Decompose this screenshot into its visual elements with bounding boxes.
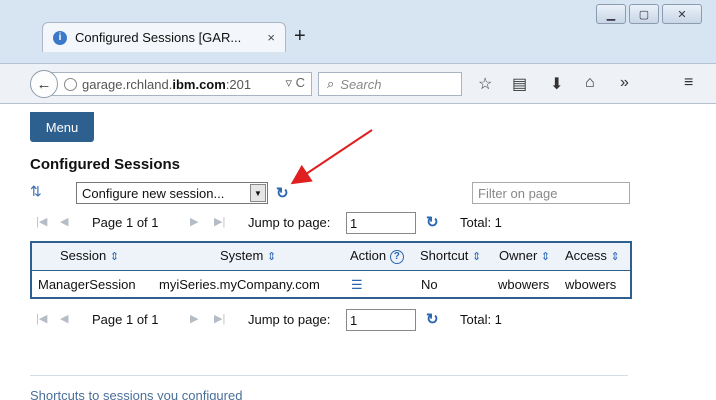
sort-icon: ⇕: [266, 251, 277, 263]
first-page-icon[interactable]: |◀: [36, 215, 47, 228]
url-host: ibm.com: [172, 76, 226, 92]
url-prefix: garage.rchland.: [82, 76, 173, 92]
url-suffix: :201: [225, 76, 252, 92]
column-header-access[interactable]: Access ⇕: [565, 248, 620, 263]
sort-icon: ⇕: [610, 251, 620, 263]
tab-title: Configured Sessions [GAR...: [75, 30, 242, 45]
browser-navbar: garage.rchland. ibm.com:201 ▿ C ← ⌕ Searc…: [0, 64, 716, 104]
sort-icon: ⇕: [472, 251, 482, 263]
bookmark-star-icon[interactable]: ☆: [478, 74, 492, 94]
last-page-icon[interactable]: ▶|: [214, 215, 225, 228]
jump-to-page-input[interactable]: 1: [346, 309, 416, 331]
pager-top: |◀ ◀ Page 1 of 1 ▶ ▶| Jump to page: 1 ↻ …: [30, 212, 590, 234]
close-tab-icon[interactable]: ×: [267, 30, 275, 45]
sort-icon: ⇕: [540, 251, 551, 263]
table-header: Session ⇕ System ⇕ Action ? Shortcut ⇕ O…: [32, 243, 630, 271]
search-placeholder: Search: [340, 76, 382, 92]
sort-icon: ⇕: [109, 251, 120, 263]
search-icon: ⌕: [327, 76, 335, 91]
prev-page-icon[interactable]: ◀: [60, 312, 68, 325]
cell-owner: wbowers: [498, 277, 550, 292]
next-page-icon[interactable]: ▶: [190, 215, 198, 228]
url-dropdown-reload-icons[interactable]: ▿ C: [285, 75, 305, 91]
cell-system: myiSeries.myCompany.com: [159, 277, 320, 292]
first-page-icon[interactable]: |◀: [36, 312, 47, 325]
session-select[interactable]: Configure new session... ▼: [76, 182, 268, 204]
pager-bottom: |◀ ◀ Page 1 of 1 ▶ ▶| Jump to page: 1 ↻ …: [30, 309, 590, 331]
expand-collapse-icon[interactable]: ⇅: [30, 183, 42, 200]
page-title: Configured Sessions: [30, 156, 181, 173]
back-button[interactable]: ←: [30, 70, 58, 98]
browser-titlebar: i Configured Sessions [GAR... × + ▁ ▢ ✕: [0, 0, 716, 64]
section-divider: [30, 375, 628, 376]
column-header-action: Action ?: [350, 248, 404, 264]
table-row: ManagerSession myiSeries.myCompany.com ☰…: [32, 272, 630, 298]
column-header-system[interactable]: System ⇕: [220, 248, 276, 263]
download-icon[interactable]: ⬇: [550, 74, 563, 94]
next-page-icon[interactable]: ▶: [190, 312, 198, 325]
refresh-icon[interactable]: ↻: [426, 213, 439, 231]
overflow-chevron-icon[interactable]: »: [620, 74, 629, 92]
reading-list-icon[interactable]: ▤: [512, 74, 527, 94]
url-bar[interactable]: garage.rchland. ibm.com:201 ▿ C: [52, 72, 312, 96]
shortcuts-heading: Shortcuts to sessions you configured: [30, 388, 243, 400]
refresh-icon[interactable]: ↻: [426, 310, 439, 328]
site-favicon-icon: i: [53, 30, 67, 45]
cell-access: wbowers: [565, 277, 617, 292]
back-arrow-icon: ←: [36, 75, 52, 93]
hamburger-menu-icon[interactable]: ≡: [684, 74, 693, 92]
browser-tab[interactable]: i Configured Sessions [GAR... ×: [42, 22, 286, 52]
globe-icon: [64, 77, 77, 91]
minimize-button[interactable]: ▁: [596, 4, 626, 24]
jump-to-page-input[interactable]: 1: [346, 212, 416, 234]
session-select-value: Configure new session...: [82, 185, 225, 201]
cell-session[interactable]: ManagerSession: [38, 277, 136, 292]
home-icon[interactable]: ⌂: [585, 74, 595, 92]
new-tab-button[interactable]: +: [294, 26, 306, 46]
column-header-shortcut[interactable]: Shortcut ⇕: [420, 248, 481, 263]
refresh-icon[interactable]: ↻: [276, 184, 289, 202]
help-icon[interactable]: ?: [389, 250, 404, 264]
action-list-icon[interactable]: ☰: [351, 277, 363, 293]
maximize-button[interactable]: ▢: [629, 4, 659, 24]
column-header-session[interactable]: Session ⇕: [60, 248, 119, 263]
window-close-button[interactable]: ✕: [662, 4, 702, 24]
last-page-icon[interactable]: ▶|: [214, 312, 225, 325]
filter-input[interactable]: Filter on page: [472, 182, 630, 204]
page-indicator: Page 1 of 1: [92, 215, 159, 230]
prev-page-icon[interactable]: ◀: [60, 215, 68, 228]
chevron-down-icon[interactable]: ▼: [250, 184, 266, 202]
jump-label: Jump to page:: [248, 215, 331, 230]
page-indicator: Page 1 of 1: [92, 312, 159, 327]
cell-shortcut: No: [421, 277, 438, 292]
total-count: Total: 1: [460, 312, 502, 327]
sessions-table: Session ⇕ System ⇕ Action ? Shortcut ⇕ O…: [30, 241, 632, 299]
jump-label: Jump to page:: [248, 312, 331, 327]
menu-button[interactable]: Menu: [30, 112, 94, 142]
column-header-owner[interactable]: Owner ⇕: [499, 248, 550, 263]
search-bar[interactable]: ⌕ Search: [318, 72, 462, 96]
total-count: Total: 1: [460, 215, 502, 230]
